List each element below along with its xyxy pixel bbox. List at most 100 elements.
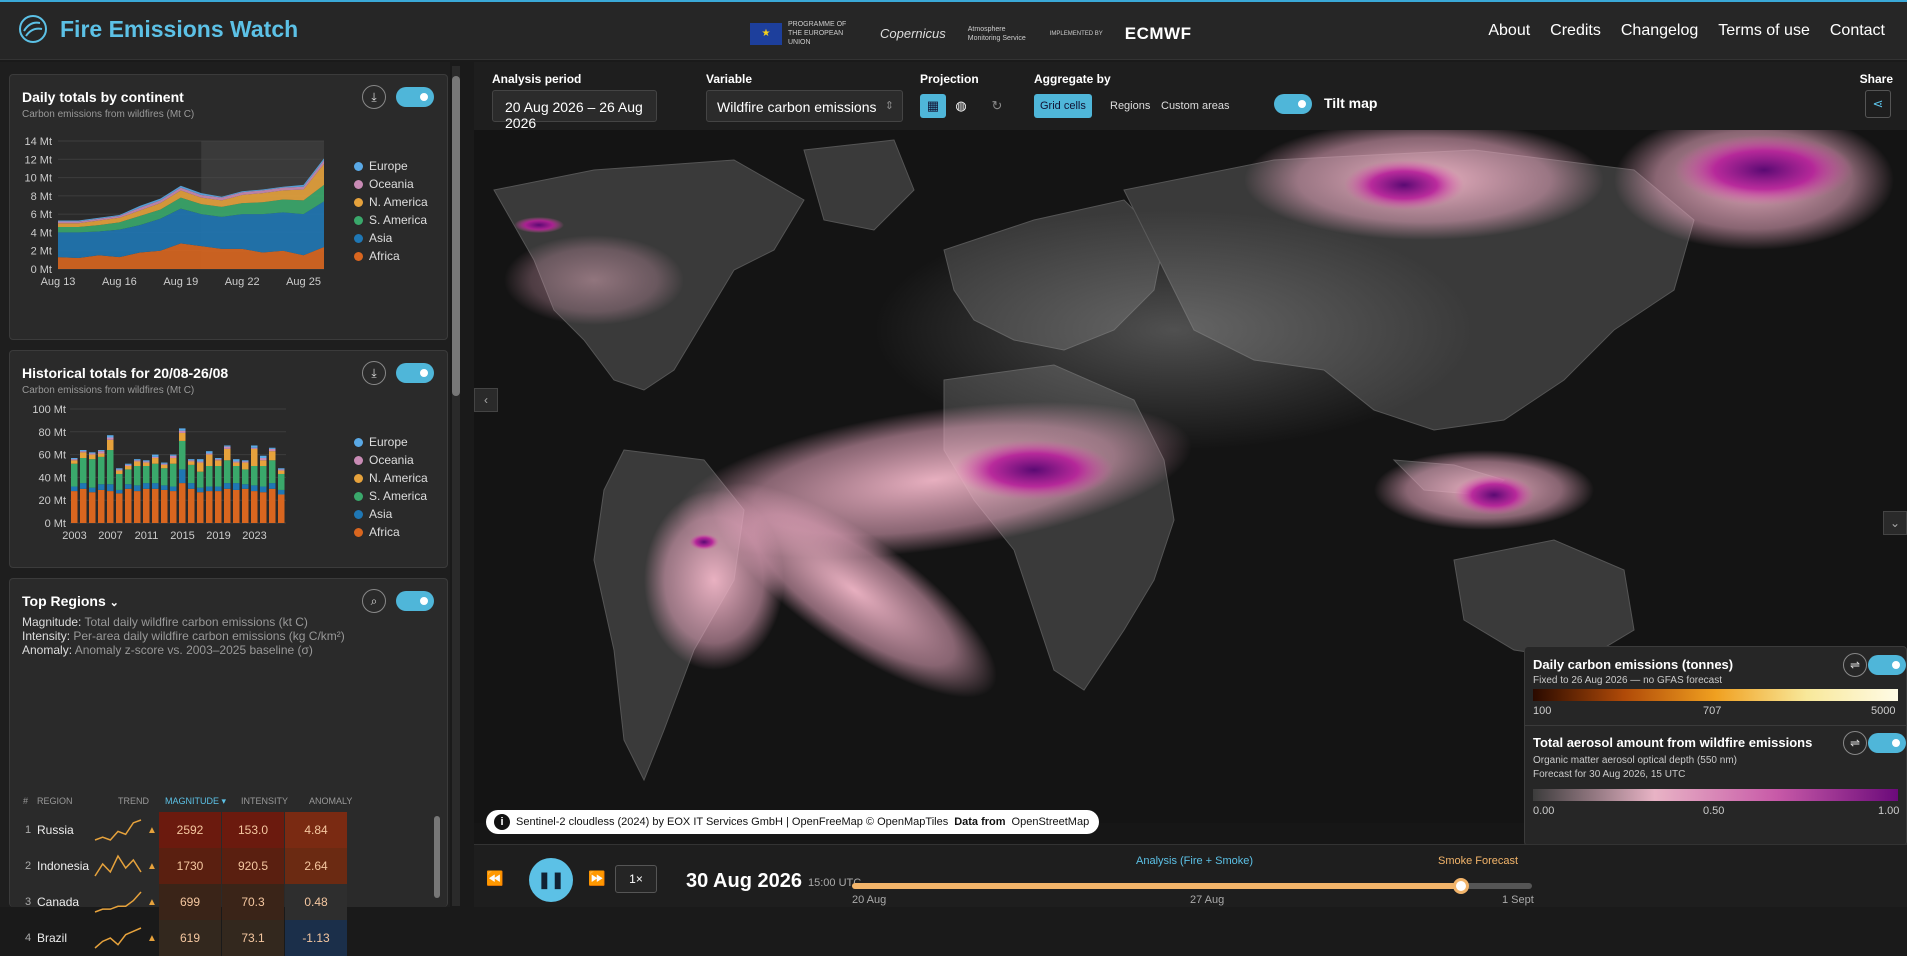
y-tick-label: 40 Mt <box>38 472 66 484</box>
sliders-icon[interactable]: ⇌ <box>1843 653 1867 677</box>
legend-item-europe[interactable]: Europe <box>354 157 428 175</box>
legend-item-asia[interactable]: Asia <box>354 229 428 247</box>
bar-2017-s-america <box>197 471 204 488</box>
col-trend: TREND <box>118 796 149 806</box>
table-row[interactable]: 3 Canada ▲ 699 70.3 0.48 <box>9 884 448 920</box>
bar-2013-oceania <box>161 463 168 465</box>
legend-item-oceania[interactable]: Oceania <box>354 451 428 469</box>
brand[interactable]: Fire Emissions Watch <box>18 14 298 44</box>
bar-2011-africa <box>143 488 150 523</box>
tilt-map-toggle[interactable] <box>1274 94 1312 114</box>
reset-view-icon[interactable]: ↻ <box>984 94 1010 118</box>
hist-panel-toggle[interactable] <box>396 363 434 383</box>
trend-sparkline <box>94 819 142 841</box>
trend-arrow: ▲ <box>147 932 157 944</box>
x-tick-label: 2015 <box>170 530 194 542</box>
bar-2018-s-america <box>206 466 213 487</box>
nav-contact[interactable]: Contact <box>1830 22 1885 40</box>
nav-about[interactable]: About <box>1488 22 1530 40</box>
legend-item-n-america[interactable]: N. America <box>354 193 428 211</box>
bar-2013-s-america <box>161 468 168 486</box>
legend-item-n-america[interactable]: N. America <box>354 469 428 487</box>
emissions-layer-toggle[interactable] <box>1868 655 1906 675</box>
bar-2015-s-america <box>179 440 186 470</box>
analysis-period-picker[interactable]: 20 Aug 2026 – 26 Aug 2026 <box>492 90 657 131</box>
bar-2005-oceania <box>89 453 96 455</box>
top-regions-title[interactable]: Top Regions ⌄ <box>22 593 119 609</box>
x-tick-label: Aug 16 <box>102 276 137 288</box>
bar-2014-africa <box>170 491 177 523</box>
variable-select[interactable]: Wildfire carbon emissions ⇕ <box>706 90 903 122</box>
timeline-handle[interactable] <box>1452 878 1469 894</box>
chevron-down-icon[interactable]: ⌄ <box>1883 511 1907 535</box>
legend-item-africa[interactable]: Africa <box>354 523 428 541</box>
aerosol-legend-title: Total aerosol amount from wildfire emiss… <box>1533 735 1813 750</box>
bar-2023-africa <box>251 491 258 523</box>
bar-2015-oceania <box>179 430 186 433</box>
skip-back-icon[interactable]: ⏪ <box>484 867 506 889</box>
legend-swatch <box>354 473 363 483</box>
ecmwf-logo: ECMWF <box>1124 23 1192 43</box>
osm-link[interactable]: OpenStreetMap <box>1012 816 1090 828</box>
legend-item-oceania[interactable]: Oceania <box>354 175 428 193</box>
bar-2005-n-america <box>89 454 96 460</box>
bar-2013-n-america <box>161 464 168 469</box>
x-tick-label: 2023 <box>242 530 266 542</box>
daily-panel-toggle[interactable] <box>396 87 434 107</box>
nav-terms[interactable]: Terms of use <box>1718 22 1810 40</box>
col-magnitude[interactable]: MAGNITUDE ▾ <box>165 796 226 807</box>
skip-forward-icon[interactable]: ⏩ <box>586 867 608 889</box>
search-icon[interactable]: ⌕ <box>362 589 386 613</box>
legend-label: Africa <box>369 525 400 539</box>
map-area: Analysis period 20 Aug 2026 – 26 Aug 202… <box>474 62 1907 907</box>
aggregate-custom-areas[interactable]: Custom areas <box>1155 94 1235 118</box>
legend-item-europe[interactable]: Europe <box>354 433 428 451</box>
aerosol-layer-toggle[interactable] <box>1868 733 1906 753</box>
row-region[interactable]: Canada <box>37 884 79 920</box>
sidebar-scroll-thumb[interactable] <box>452 76 460 396</box>
bar-2024-s-america <box>260 466 267 487</box>
top-regions-toggle[interactable] <box>396 591 434 611</box>
legend-item-s-america[interactable]: S. America <box>354 487 428 505</box>
legend-item-asia[interactable]: Asia <box>354 505 428 523</box>
speed-button[interactable]: 1× <box>615 865 657 893</box>
timeline-track[interactable] <box>852 878 1532 894</box>
nav-credits[interactable]: Credits <box>1550 22 1601 40</box>
col-intensity[interactable]: INTENSITY <box>241 796 288 806</box>
flat-map-icon[interactable]: ▦ <box>920 94 946 118</box>
legend-swatch <box>354 233 363 243</box>
table-scroll-thumb[interactable] <box>434 816 440 898</box>
table-row[interactable]: 4 Brazil ▲ 619 73.1 -1.13 <box>9 920 448 956</box>
download-icon[interactable]: ⤓ <box>362 85 386 109</box>
aggregate-regions[interactable]: Regions <box>1104 94 1156 118</box>
legend-item-africa[interactable]: Africa <box>354 247 428 265</box>
download-icon[interactable]: ⤓ <box>362 361 386 385</box>
bar-2014-s-america <box>170 463 177 487</box>
info-icon[interactable]: i <box>494 814 510 830</box>
row-region[interactable]: Brazil <box>37 920 67 956</box>
y-tick-label: 0 Mt <box>45 518 66 530</box>
row-region[interactable]: Indonesia <box>37 848 89 884</box>
share-icon[interactable]: ⋖ <box>1865 90 1891 118</box>
pause-icon[interactable]: ❚❚ <box>529 858 573 902</box>
table-row[interactable]: 2 Indonesia ▲ 1730 920.5 2.64 <box>9 848 448 884</box>
bar-2024-europe <box>260 455 267 459</box>
legend-label: Oceania <box>369 453 414 467</box>
trend-arrow: ▲ <box>147 896 157 908</box>
col-anomaly[interactable]: ANOMALY <box>309 796 352 806</box>
bar-2009-s-america <box>125 469 132 485</box>
table-row[interactable]: 1 Russia ▲ 2592 153.0 4.84 <box>9 812 448 848</box>
row-region[interactable]: Russia <box>37 812 74 848</box>
timeline-progress <box>852 883 1461 889</box>
sliders-icon[interactable]: ⇌ <box>1843 731 1867 755</box>
col-region[interactable]: REGION <box>37 796 73 806</box>
legend-item-s-america[interactable]: S. America <box>354 211 428 229</box>
aggregate-grid-cells[interactable]: Grid cells <box>1034 94 1092 118</box>
chevron-left-icon[interactable]: ‹ <box>474 388 498 412</box>
legend-swatch <box>354 509 363 519</box>
row-magnitude: 619 <box>159 920 221 956</box>
nav-changelog[interactable]: Changelog <box>1621 22 1698 40</box>
globe-icon[interactable]: ◍ <box>948 94 974 118</box>
row-magnitude: 1730 <box>159 848 221 884</box>
bar-2018-asia <box>206 486 213 492</box>
